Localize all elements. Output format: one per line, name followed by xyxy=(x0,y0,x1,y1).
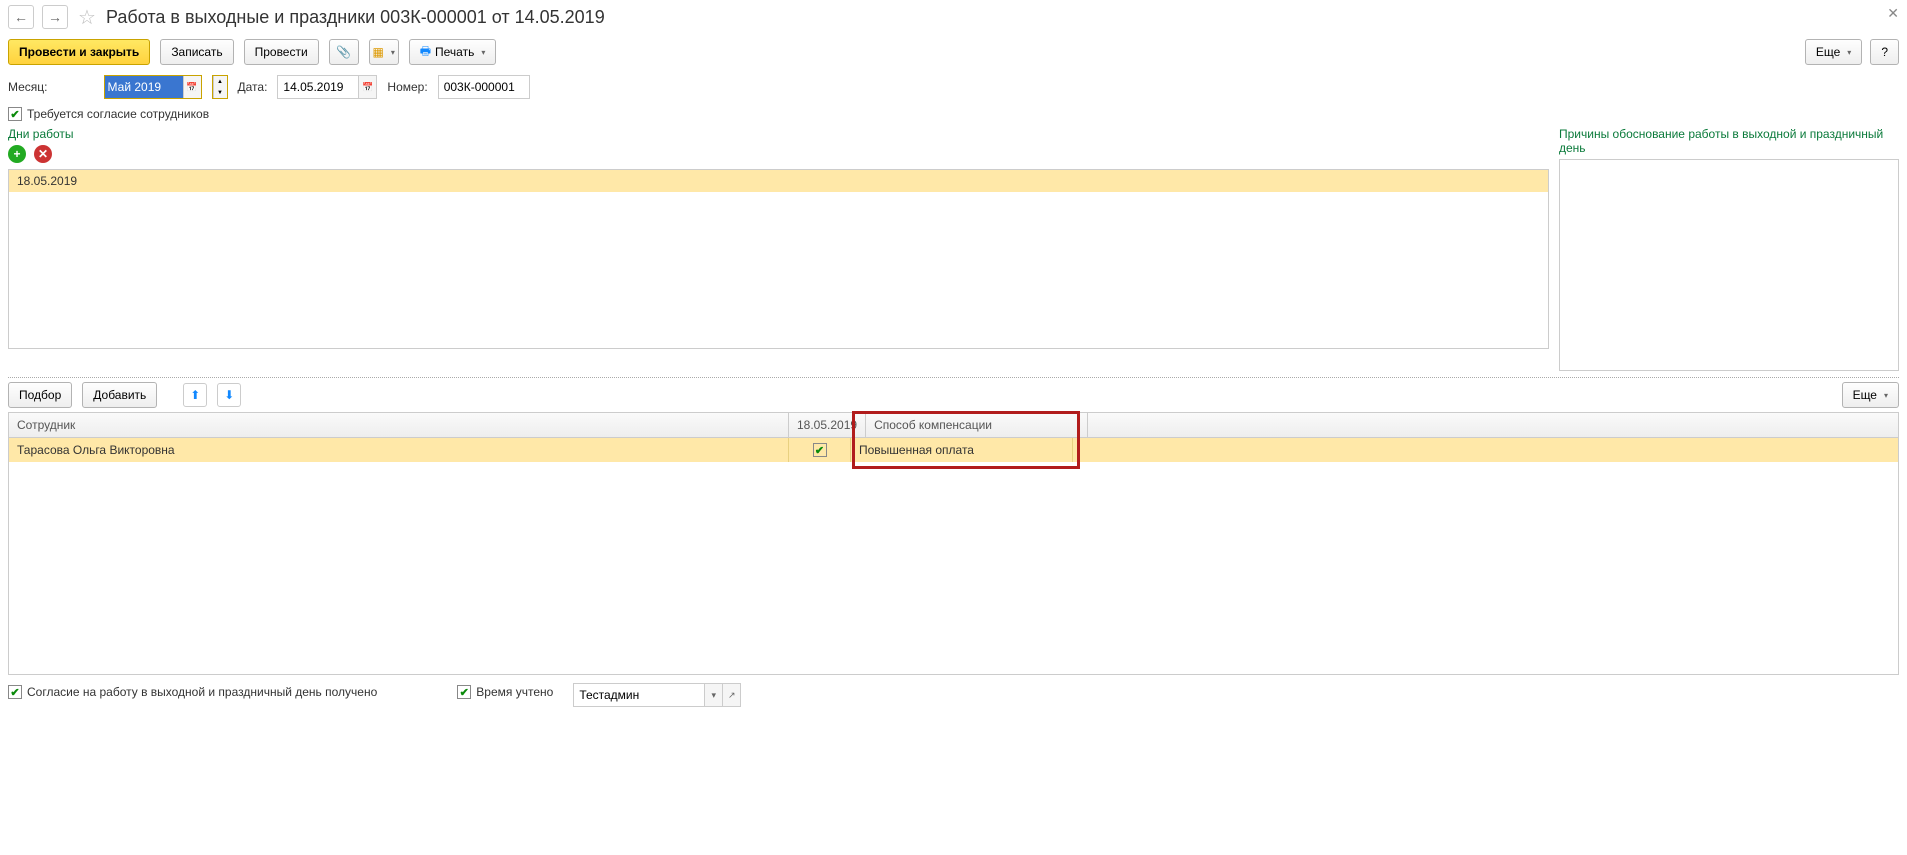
month-down-icon[interactable]: ▼ xyxy=(213,87,227,98)
time-recorded-checkbox[interactable]: ✔ xyxy=(457,685,471,699)
nav-back-button[interactable]: ← xyxy=(8,5,34,29)
cell-compensation[interactable]: Повышенная оплата xyxy=(851,438,1073,462)
post-and-close-button[interactable]: Провести и закрыть xyxy=(8,39,150,65)
page-title: Работа в выходные и праздники 003К-00000… xyxy=(106,7,605,28)
move-up-icon[interactable]: ⬆ xyxy=(183,383,207,407)
employees-grid: Сотрудник 18.05.2019 Способ компенсации … xyxy=(8,412,1899,675)
row-check-icon[interactable]: ✔ xyxy=(813,443,827,457)
user-open-icon[interactable]: ↗ xyxy=(722,684,740,706)
number-input-group[interactable] xyxy=(438,75,530,99)
month-input-group[interactable]: 📅 xyxy=(104,75,202,99)
add-day-icon[interactable]: + xyxy=(8,145,26,163)
select-employee-button[interactable]: Подбор xyxy=(8,382,72,408)
col-employee[interactable]: Сотрудник xyxy=(9,413,789,437)
consent-label: Требуется согласие сотрудников xyxy=(27,107,209,121)
paperclip-icon: 📎 xyxy=(336,45,351,59)
reasons-section-label: Причины обоснование работы в выходной и … xyxy=(1559,127,1899,155)
date-calendar-icon[interactable]: 📅 xyxy=(358,76,376,98)
date-input-group[interactable]: 📅 xyxy=(277,75,377,99)
user-dropdown-icon[interactable]: ▾ xyxy=(704,684,722,706)
number-label: Номер: xyxy=(387,80,427,94)
col-date[interactable]: 18.05.2019 xyxy=(789,413,866,437)
month-calendar-icon[interactable]: 📅 xyxy=(183,76,201,98)
cell-employee[interactable]: Тарасова Ольга Викторовна xyxy=(9,438,789,462)
nav-forward-button[interactable]: → xyxy=(42,5,68,29)
day-row[interactable]: 18.05.2019 xyxy=(9,170,1548,192)
grid-more-button[interactable]: Еще xyxy=(1842,382,1899,408)
print-button[interactable]: 🖶 Печать xyxy=(409,39,497,65)
help-button[interactable]: ? xyxy=(1870,39,1899,65)
reasons-textarea[interactable] xyxy=(1559,159,1899,371)
month-input[interactable] xyxy=(105,76,183,98)
consent-checkbox[interactable]: ✔ xyxy=(8,107,22,121)
month-label: Месяц: xyxy=(8,80,48,94)
cell-date-check[interactable]: ✔ xyxy=(789,438,851,462)
add-row-button[interactable]: Добавить xyxy=(82,382,157,408)
document-icon: ▦ xyxy=(373,45,384,59)
grid-row[interactable]: Тарасова Ольга Викторовна ✔ Повышенная о… xyxy=(9,438,1898,462)
col-compensation[interactable]: Способ компенсации xyxy=(866,413,1088,437)
month-spinner[interactable]: ▲ ▼ xyxy=(212,75,228,99)
days-section-label: Дни работы xyxy=(8,127,1549,141)
favorite-star-icon[interactable]: ☆ xyxy=(76,6,98,28)
user-input[interactable] xyxy=(574,684,704,706)
col-blank xyxy=(1088,413,1898,437)
number-input[interactable] xyxy=(439,76,529,98)
user-select[interactable]: ▾ ↗ xyxy=(573,683,741,707)
remove-day-icon[interactable]: ✕ xyxy=(34,145,52,163)
date-input[interactable] xyxy=(278,76,358,98)
attachment-button[interactable]: 📎 xyxy=(329,39,359,65)
move-down-icon[interactable]: ⬇ xyxy=(217,383,241,407)
consent-received-checkbox[interactable]: ✔ xyxy=(8,685,22,699)
month-up-icon[interactable]: ▲ xyxy=(213,76,227,87)
close-icon[interactable]: ✕ xyxy=(1887,5,1899,22)
printer-icon: 🖶 xyxy=(420,42,431,63)
time-recorded-label: Время учтено xyxy=(476,685,553,699)
basis-button[interactable]: ▦ xyxy=(369,39,399,65)
post-button[interactable]: Провести xyxy=(244,39,319,65)
save-button[interactable]: Записать xyxy=(160,39,233,65)
consent-received-label: Согласие на работу в выходной и празднич… xyxy=(27,685,377,699)
date-label: Дата: xyxy=(238,80,268,94)
days-list[interactable]: 18.05.2019 xyxy=(8,169,1549,349)
more-button[interactable]: Еще xyxy=(1805,39,1862,65)
